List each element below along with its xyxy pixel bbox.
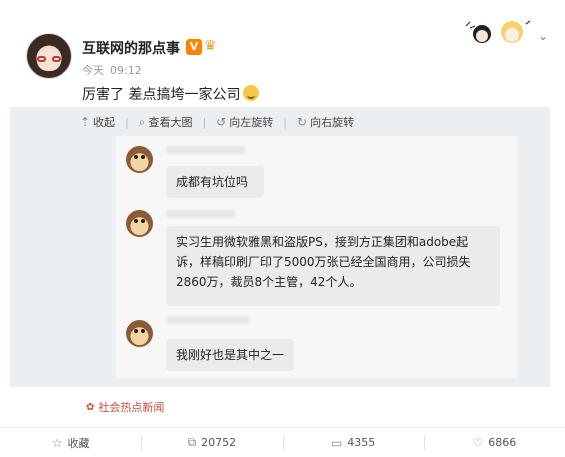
chevron-down-icon[interactable]: ⌄ <box>538 29 548 43</box>
repost-count: 20752 <box>201 436 237 449</box>
repost-icon: ⧉ <box>187 435 197 449</box>
toolbar-divider: | <box>202 115 207 129</box>
repost-button[interactable]: ⧉ 20752 <box>141 428 282 457</box>
chat-message: 成都有坑位吗 <box>166 166 264 198</box>
collapse-button[interactable]: ⇡ 收起 <box>80 114 115 130</box>
cartoon-decoration-icon <box>465 20 531 43</box>
view-large-button[interactable]: ⌕ 查看大图 <box>139 114 193 130</box>
post-time: 09:12 <box>110 64 142 77</box>
monkey-avatar-icon <box>126 210 153 237</box>
rotate-right-button[interactable]: ↻ 向右旋转 <box>297 114 354 130</box>
rotate-right-label: 向右旋转 <box>310 116 355 129</box>
toolbar-divider: | <box>125 115 129 129</box>
avatar[interactable] <box>26 33 72 79</box>
favorite-label: 收藏 <box>67 436 90 450</box>
v-badge-icon: V <box>186 39 202 55</box>
chat-message-line: 实习生用微软雅黑和盗版PS，接到方正集团和adobe起 <box>176 235 469 249</box>
image-toolbar: ⇡ 收起 | ⌕ 查看大图 | ↺ 向左旋转 | ↻ 向右旋转 <box>80 114 354 130</box>
like-icon: ♡ <box>472 435 484 450</box>
topic-tag[interactable]: ✿ 社会热点新闻 <box>86 399 164 415</box>
toolbar-divider: | <box>283 115 288 129</box>
rotate-right-icon: ↻ <box>297 115 308 129</box>
rotate-left-icon: ↺ <box>216 115 227 129</box>
blurred-name <box>166 210 236 218</box>
post-meta: 今天 09:12 <box>82 62 142 78</box>
comment-count: 4355 <box>347 436 376 449</box>
blurred-name <box>166 316 250 324</box>
chat-message: 实习生用微软雅黑和盗版PS，接到方正集团和adobe起 诉，样稿印刷厂印了500… <box>166 226 500 306</box>
action-bar: ☆ 收藏 ⧉ 20752 ▭ 4355 ♡ 6866 <box>0 427 565 457</box>
like-button[interactable]: ♡ 6866 <box>423 428 565 457</box>
monkey-avatar-icon <box>126 146 153 173</box>
rotate-left-button[interactable]: ↺ 向左旋转 <box>216 114 273 130</box>
smile-emoji-icon <box>243 85 260 101</box>
chat-screenshot: 成都有坑位吗 实习生用微软雅黑和盗版PS，接到方正集团和adobe起 诉，样稿印… <box>116 136 518 378</box>
chat-message-text: 我刚好也是其中之一 <box>176 348 285 362</box>
favorite-button[interactable]: ☆ 收藏 <box>0 428 141 457</box>
view-large-label: 查看大图 <box>148 116 193 129</box>
blurred-name <box>166 146 246 154</box>
comment-icon: ▭ <box>330 435 343 450</box>
chat-message-line: 2860万，裁员8个主管，42个人。 <box>176 275 362 289</box>
chat-message: 我刚好也是其中之一 <box>166 339 294 371</box>
monkey-avatar-icon <box>126 320 153 347</box>
username[interactable]: 互联网的那点事 <box>82 38 180 58</box>
magnifier-icon: ⌕ <box>138 114 146 129</box>
chat-message-text: 成都有坑位吗 <box>176 175 249 189</box>
post-text-content: 厉害了 差点搞垮一家公司 <box>82 87 241 103</box>
post-day: 今天 <box>82 64 104 77</box>
topic-flower-icon: ✿ <box>86 401 95 413</box>
chat-message-line: 诉，样稿印刷厂印了5000万张已经全国商用，公司损失 <box>176 255 471 269</box>
collapse-icon: ⇡ <box>80 115 91 129</box>
collapse-label: 收起 <box>93 116 116 129</box>
comment-button[interactable]: ▭ 4355 <box>282 428 424 457</box>
post-text: 厉害了 差点搞垮一家公司 <box>82 84 260 104</box>
like-count: 6866 <box>488 436 517 449</box>
rotate-left-label: 向左旋转 <box>229 116 274 129</box>
topic-tag-label: 社会热点新闻 <box>98 401 165 414</box>
avatar-glasses <box>37 56 61 62</box>
crown-icon: ♛ <box>204 38 217 54</box>
star-icon: ☆ <box>51 435 63 450</box>
